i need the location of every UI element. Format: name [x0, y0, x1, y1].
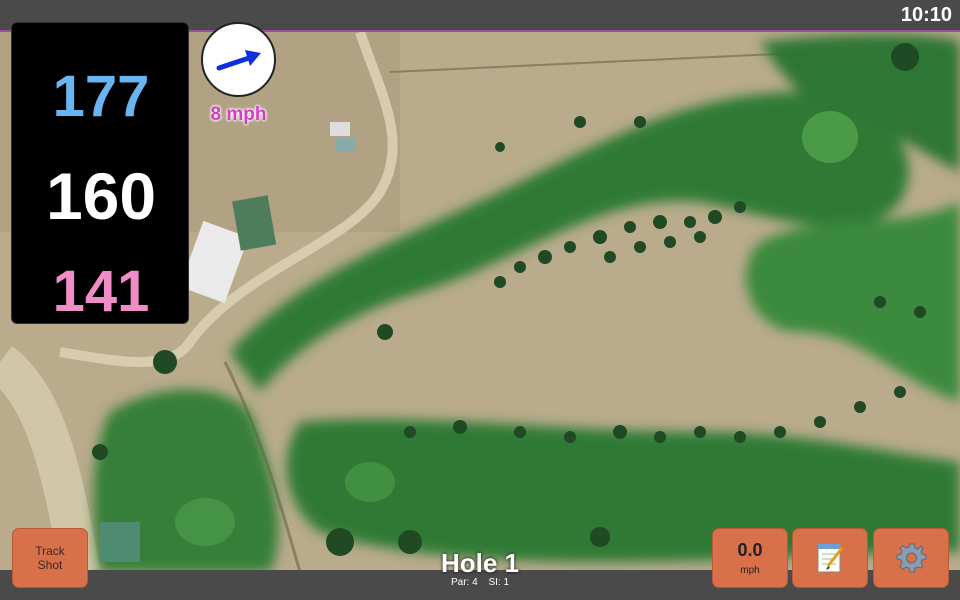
notes-button[interactable] — [792, 528, 868, 588]
wind-direction-indicator — [201, 22, 276, 97]
settings-button[interactable] — [873, 528, 949, 588]
distance-panel: 177 160 141 — [11, 22, 189, 324]
gear-icon — [896, 543, 927, 573]
notepad-icon — [817, 544, 844, 573]
back-distance: 177 — [52, 64, 150, 129]
arrow-icon — [216, 50, 261, 71]
front-distance: 141 — [52, 259, 150, 324]
clock: 10:10 — [900, 4, 952, 26]
track-shot-label-line2: Shot — [37, 558, 63, 572]
hole-info: Par: 4 SI: 1 — [380, 577, 580, 588]
wind-speed-unit: mph — [740, 565, 760, 576]
track-shot-label-line1: Track — [35, 544, 65, 558]
wind-speed-button[interactable]: 0.0 mph — [712, 528, 788, 588]
wind-speed-label: 8 mph — [210, 104, 267, 125]
par-label: Par: 4 — [450, 577, 478, 588]
hole-title[interactable]: Hole 1 — [380, 548, 580, 579]
center-distance: 160 — [45, 159, 157, 233]
wind-speed-value: 0.0 — [737, 540, 763, 560]
stroke-index-label: SI: 1 — [488, 577, 510, 588]
track-shot-button[interactable]: Track Shot — [12, 528, 88, 588]
